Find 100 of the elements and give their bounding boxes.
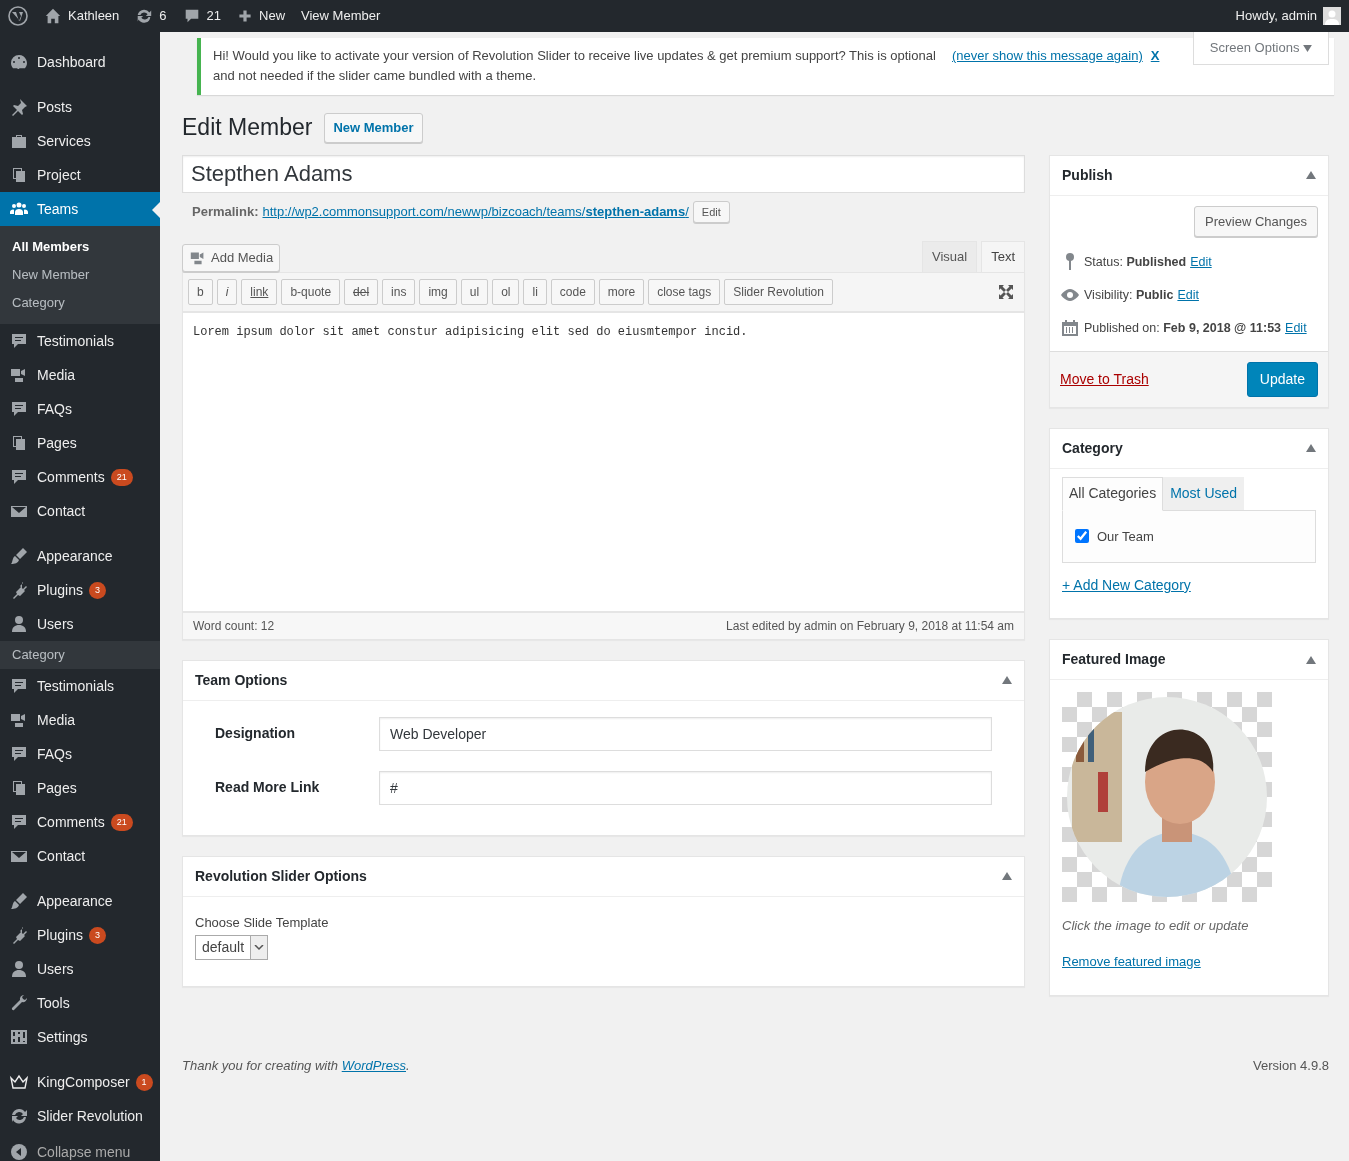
edit-link[interactable]: Edit: [1285, 318, 1307, 338]
caret-down-icon: [254, 944, 265, 951]
format-button[interactable]: del: [344, 278, 379, 305]
view-member-link[interactable]: View Member: [293, 0, 389, 32]
count-badge: 3: [88, 581, 106, 599]
content-editor[interactable]: Lorem ipsum dolor sit amet constur adipisicing elit sed do eiusmtempor incid.: [183, 311, 1024, 612]
screen-options-tab[interactable]: Screen Options: [1192, 32, 1329, 65]
menu-item[interactable]: Contact: [0, 494, 160, 528]
edit-link[interactable]: Edit: [1190, 252, 1212, 272]
menu-item[interactable]: Dashboard: [0, 45, 160, 79]
format-button[interactable]: b: [188, 278, 213, 305]
submenu-item[interactable]: New Member: [0, 261, 160, 289]
submenu-item[interactable]: Category: [0, 289, 160, 317]
menu-item[interactable]: Media: [0, 358, 160, 392]
updates-link[interactable]: 6: [127, 0, 175, 32]
menu-item[interactable]: Slider Revolution: [0, 1099, 160, 1133]
menu-item[interactable]: KingComposer 1: [0, 1065, 160, 1099]
collapse-toggle[interactable]: [1306, 655, 1316, 664]
account-link[interactable]: Howdy, admin: [1227, 0, 1349, 32]
format-button[interactable]: i: [216, 278, 238, 305]
new-member-button[interactable]: New Member: [324, 113, 423, 143]
submenu-item[interactable]: All Members: [0, 233, 160, 261]
submenu-item[interactable]: Category: [0, 641, 160, 669]
collapse-toggle[interactable]: [1306, 171, 1316, 179]
notice-text: Hi! Would you like to activate your version of Revolution Slider to receive live updates & get premium support? This is optional and not needed if the slider came bundled with a theme.: [213, 47, 937, 85]
collapse-toggle[interactable]: [1306, 444, 1316, 452]
category-checkbox[interactable]: [1075, 529, 1089, 544]
menu-item[interactable]: Testimonials: [0, 324, 160, 358]
menu-item[interactable]: Project: [0, 158, 160, 192]
menu-item[interactable]: Posts: [0, 90, 160, 124]
menu-item[interactable]: Pages: [0, 426, 160, 460]
category-tab[interactable]: Most Used: [1163, 476, 1245, 510]
word-count: Word count: 12: [193, 617, 275, 635]
format-button[interactable]: ol: [492, 278, 520, 305]
home-icon: [44, 7, 62, 25]
menu-item[interactable]: Pages: [0, 771, 160, 805]
menu-item[interactable]: Comments 21: [0, 805, 160, 839]
preview-changes-button[interactable]: Preview Changes: [1194, 205, 1318, 237]
text-field[interactable]: #: [379, 770, 992, 805]
refresh-icon: [135, 7, 154, 25]
menu-item[interactable]: Testimonials: [0, 669, 160, 703]
add-category-link[interactable]: + Add New Category: [1062, 577, 1191, 593]
dismiss-link[interactable]: X: [1150, 46, 1160, 66]
menu-item[interactable]: Appearance: [0, 539, 160, 573]
title-field[interactable]: Stepthen Adams: [182, 154, 1025, 193]
menu-item[interactable]: Contact: [0, 839, 160, 873]
collapse-menu-button[interactable]: Collapse menu: [0, 1135, 160, 1161]
add-media-button[interactable]: Add Media: [182, 244, 281, 272]
menu-item[interactable]: Users: [0, 952, 160, 986]
comments-link[interactable]: 21: [174, 0, 230, 32]
box-title: Team Options: [195, 670, 288, 690]
menu-item[interactable]: Teams: [0, 192, 160, 226]
update-button[interactable]: Update: [1246, 361, 1318, 397]
format-button[interactable]: code: [550, 278, 595, 305]
menu-item[interactable]: Settings: [0, 1020, 160, 1054]
edit-permalink-button[interactable]: Edit: [692, 200, 730, 223]
collapse-toggle[interactable]: [1002, 676, 1012, 684]
crown-icon: [9, 1072, 29, 1092]
field-label: Choose Slide Template: [195, 913, 330, 932]
format-button[interactable]: ul: [460, 278, 489, 305]
edit-link[interactable]: Edit: [1177, 286, 1199, 305]
template-select[interactable]: default: [195, 935, 269, 960]
wordpress-link[interactable]: WordPress: [341, 1058, 406, 1073]
dismiss-forever-link[interactable]: (never show this message again): [952, 46, 1143, 66]
footer-text: Thank you for creating with WordPress.: [182, 1057, 410, 1075]
menu-item[interactable]: Comments 21: [0, 460, 160, 494]
move-to-trash-link[interactable]: Move to Trash: [1060, 368, 1149, 390]
field-label: Designation: [215, 724, 297, 743]
menu-item[interactable]: Media: [0, 703, 160, 737]
permalink-link[interactable]: http://wp2.commonsupport.com/newwp/bizcoach/teams/stepthen-adams/: [262, 202, 689, 222]
field-label: Read More Link: [215, 778, 321, 797]
speech-bubble-icon: [9, 331, 29, 351]
count-badge: 1: [135, 1073, 153, 1091]
menu-item[interactable]: FAQs: [0, 392, 160, 426]
menu-item[interactable]: Users: [0, 607, 160, 641]
text-field[interactable]: Web Developer: [379, 716, 992, 751]
new-link[interactable]: New: [229, 0, 294, 32]
menu-item[interactable]: FAQs: [0, 737, 160, 771]
menu-item[interactable]: Plugins 3: [0, 918, 160, 952]
collapse-toggle[interactable]: [1002, 872, 1012, 880]
format-button[interactable]: close tags: [648, 278, 721, 305]
fullscreen-button[interactable]: [998, 283, 1014, 300]
editor-tab[interactable]: Text: [981, 241, 1025, 272]
format-button[interactable]: more: [598, 278, 645, 305]
format-button[interactable]: li: [523, 278, 547, 305]
menu-item[interactable]: Plugins 3: [0, 573, 160, 607]
menu-item[interactable]: Services: [0, 124, 160, 158]
format-button[interactable]: b-quote: [281, 278, 341, 305]
menu-item[interactable]: Tools: [0, 986, 160, 1020]
remove-image-link[interactable]: Remove featured image: [1062, 953, 1201, 969]
editor-tab[interactable]: Visual: [921, 241, 978, 272]
menu-item[interactable]: Appearance: [0, 884, 160, 918]
format-button[interactable]: link: [241, 278, 278, 305]
format-button[interactable]: img: [419, 278, 457, 305]
category-tab[interactable]: All Categories: [1062, 476, 1164, 511]
last-edited-text: Last edited by admin on February 9, 2018 at 11:54 am: [726, 617, 1014, 635]
format-button[interactable]: ins: [382, 278, 416, 305]
permalink-label: Permalink:: [192, 203, 259, 221]
format-button[interactable]: Slider Revolution: [724, 278, 833, 305]
site-link[interactable]: Kathleen: [36, 0, 128, 32]
